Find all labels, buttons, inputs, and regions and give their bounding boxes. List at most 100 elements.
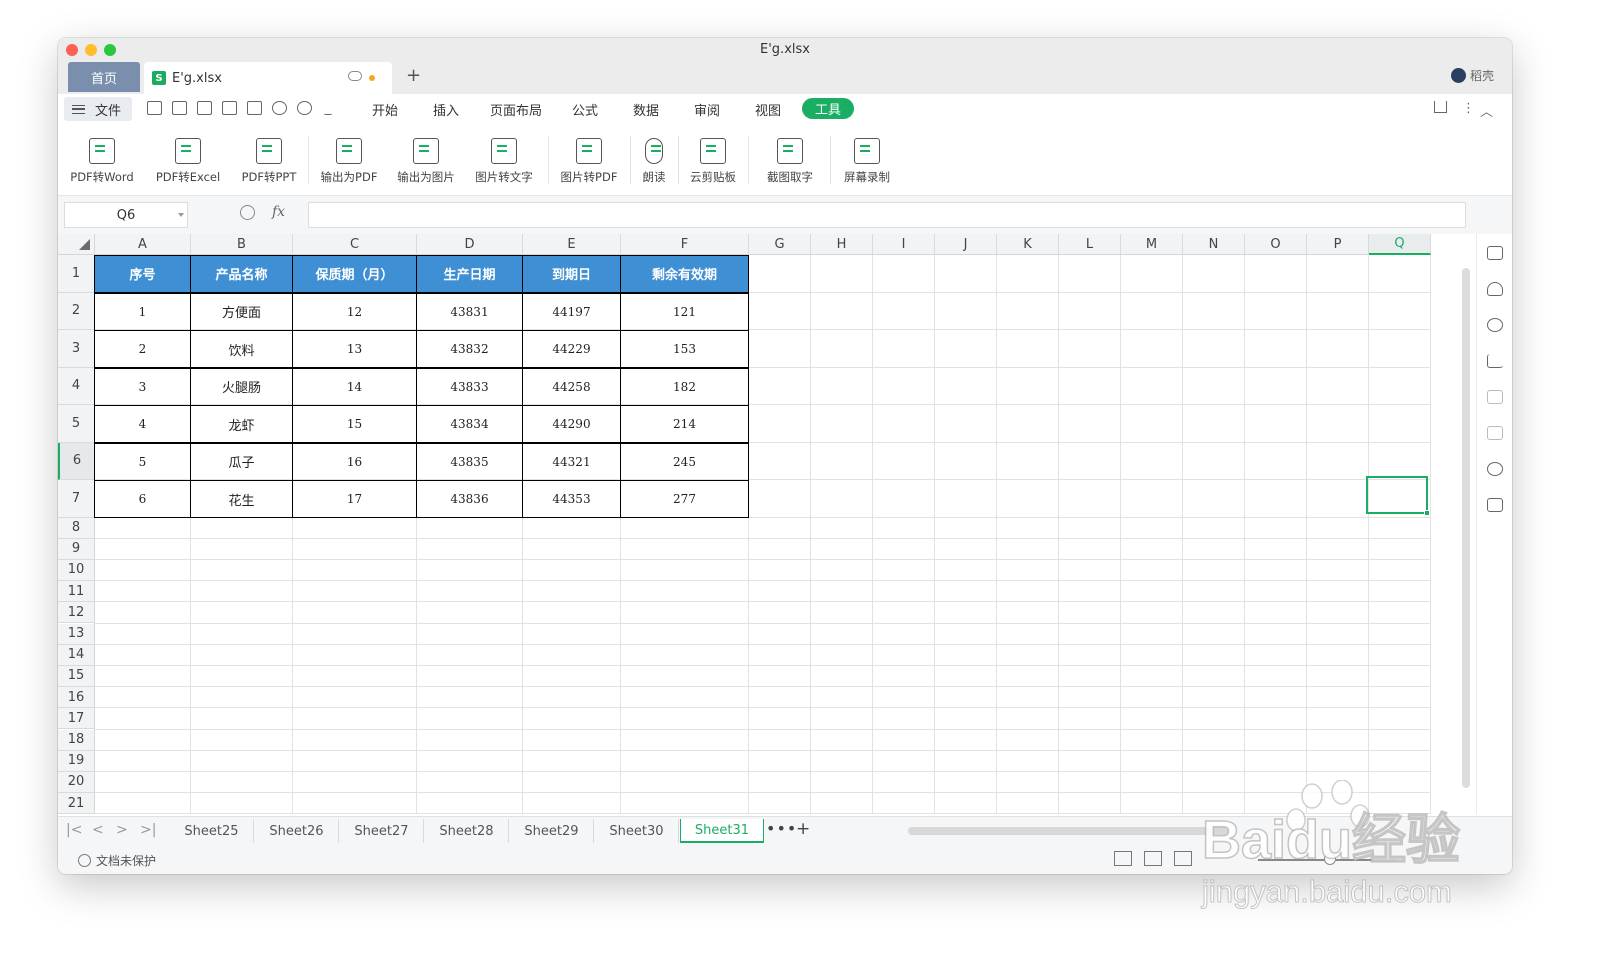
export-pdf-icon[interactable] bbox=[197, 101, 212, 115]
menu-tools[interactable]: 工具 bbox=[802, 98, 854, 119]
column-header[interactable]: I bbox=[873, 234, 935, 255]
table-cell[interactable]: 瓜子 bbox=[190, 442, 293, 481]
table-cell[interactable]: 43831 bbox=[416, 292, 523, 331]
table-cell[interactable]: 花生 bbox=[190, 480, 293, 518]
user-account[interactable]: 稻壳 bbox=[1450, 67, 1494, 84]
column-header[interactable]: Q bbox=[1369, 234, 1431, 255]
sheet-tab[interactable]: Sheet26 bbox=[255, 819, 339, 843]
tab-home[interactable]: 首页 bbox=[68, 62, 140, 92]
cloud-clipboard-button[interactable]: 云剪贴板 bbox=[686, 138, 740, 188]
spreadsheet-grid[interactable]: A B C D E F G H I J K L M N O P Q 1 2 3 4 5 6 7 8 9 10 11 12 13 14 15 16… bbox=[58, 234, 1476, 814]
export-image-button[interactable]: 输出为图片 bbox=[394, 138, 458, 188]
table-cell[interactable]: 火腿肠 bbox=[190, 367, 293, 406]
row-header[interactable]: 5 bbox=[58, 405, 95, 443]
row-header[interactable]: 7 bbox=[58, 480, 95, 518]
table-cell[interactable]: 44353 bbox=[522, 480, 621, 518]
row-header[interactable]: 4 bbox=[58, 367, 95, 405]
last-sheet-icon[interactable]: >| bbox=[140, 822, 156, 838]
sheet-tab[interactable]: Sheet30 bbox=[595, 819, 679, 843]
menu-page-layout[interactable]: 页面布局 bbox=[490, 100, 542, 119]
row-header[interactable]: 14 bbox=[58, 644, 95, 666]
table-cell[interactable]: 43834 bbox=[416, 405, 523, 443]
table-cell[interactable]: 43835 bbox=[416, 442, 523, 481]
column-header[interactable]: C bbox=[293, 234, 417, 255]
column-header[interactable]: P bbox=[1307, 234, 1369, 255]
function-icon[interactable]: fx bbox=[272, 204, 285, 220]
filter-settings-icon[interactable] bbox=[1487, 390, 1503, 404]
table-cell[interactable]: 饮料 bbox=[190, 330, 293, 368]
sheet-tab[interactable]: Sheet25 bbox=[170, 819, 254, 843]
first-sheet-icon[interactable]: |< bbox=[66, 822, 82, 838]
row-header[interactable]: 9 bbox=[58, 538, 95, 560]
share-icon[interactable] bbox=[1434, 101, 1447, 113]
select-cursor-icon[interactable] bbox=[1487, 354, 1503, 368]
table-cell[interactable]: 277 bbox=[620, 480, 749, 518]
pdf-to-excel-button[interactable]: PDF转Excel bbox=[152, 138, 224, 188]
table-cell[interactable]: 245 bbox=[620, 442, 749, 481]
table-cell[interactable]: 16 bbox=[292, 442, 417, 481]
sheet-tab[interactable]: Sheet27 bbox=[340, 819, 424, 843]
table-cell[interactable]: 214 bbox=[620, 405, 749, 443]
table-cell[interactable]: 43833 bbox=[416, 367, 523, 406]
row-header[interactable]: 11 bbox=[58, 581, 95, 603]
menu-home[interactable]: 开始 bbox=[372, 100, 398, 119]
table-cell[interactable]: 15 bbox=[292, 405, 417, 443]
table-cell[interactable]: 12 bbox=[292, 292, 417, 331]
screenshot-ocr-button[interactable]: 截图取字 bbox=[758, 138, 822, 188]
image-icon[interactable] bbox=[1487, 498, 1503, 512]
fill-handle[interactable] bbox=[1424, 510, 1430, 516]
table-cell[interactable]: 44321 bbox=[522, 442, 621, 481]
next-sheet-icon[interactable]: > bbox=[116, 822, 128, 838]
navigate-icon[interactable] bbox=[1487, 318, 1503, 332]
pdf-to-ppt-button[interactable]: PDF转PPT bbox=[238, 138, 300, 188]
normal-view-icon[interactable] bbox=[1114, 851, 1132, 866]
redo-icon[interactable] bbox=[297, 101, 312, 115]
undo-icon[interactable] bbox=[272, 101, 287, 115]
row-header[interactable]: 8 bbox=[58, 517, 95, 539]
table-cell[interactable]: 5 bbox=[94, 442, 191, 481]
row-header[interactable]: 6 bbox=[58, 442, 95, 480]
name-box[interactable]: Q6 bbox=[64, 202, 188, 228]
cloud-icon[interactable] bbox=[348, 71, 362, 81]
table-cell[interactable]: 43832 bbox=[416, 330, 523, 368]
chevron-down-icon[interactable] bbox=[178, 213, 184, 217]
new-tab-button[interactable]: + bbox=[406, 65, 421, 86]
save-icon[interactable] bbox=[172, 101, 187, 115]
shapes-icon[interactable] bbox=[1487, 246, 1503, 260]
column-header[interactable]: A bbox=[95, 234, 191, 255]
history-icon[interactable] bbox=[1487, 462, 1503, 476]
column-header[interactable]: J bbox=[935, 234, 997, 255]
table-cell[interactable]: 153 bbox=[620, 330, 749, 368]
row-header[interactable]: 12 bbox=[58, 602, 95, 624]
table-cell[interactable]: 44229 bbox=[522, 330, 621, 368]
table-cell[interactable]: 方便面 bbox=[190, 292, 293, 331]
row-header[interactable]: 2 bbox=[58, 292, 95, 330]
horizontal-scrollbar[interactable] bbox=[908, 827, 1228, 835]
column-header[interactable]: H bbox=[811, 234, 873, 255]
sheet-tab[interactable]: Sheet29 bbox=[510, 819, 594, 843]
page-break-view-icon[interactable] bbox=[1174, 851, 1192, 866]
export-pdf-button[interactable]: 输出为PDF bbox=[318, 138, 380, 188]
customize-dropdown-icon[interactable] bbox=[324, 101, 332, 115]
row-header[interactable]: 19 bbox=[58, 750, 95, 772]
table-cell[interactable]: 182 bbox=[620, 367, 749, 406]
image-to-pdf-button[interactable]: 图片转PDF bbox=[558, 138, 620, 188]
row-header[interactable]: 17 bbox=[58, 708, 95, 730]
table-header-cell[interactable]: 保质期（月） bbox=[292, 255, 417, 293]
file-menu-button[interactable]: 文件 bbox=[64, 97, 132, 121]
more-options-icon[interactable]: ⋮ bbox=[1462, 101, 1475, 116]
table-cell[interactable]: 121 bbox=[620, 292, 749, 331]
menu-review[interactable]: 审阅 bbox=[694, 100, 720, 119]
column-header[interactable]: G bbox=[749, 234, 811, 255]
print-preview-icon[interactable] bbox=[247, 101, 262, 115]
row-header[interactable]: 3 bbox=[58, 330, 95, 368]
table-header-cell[interactable]: 生产日期 bbox=[416, 255, 523, 293]
table-header-cell[interactable]: 产品名称 bbox=[190, 255, 293, 293]
column-header[interactable]: K bbox=[997, 234, 1059, 255]
row-header[interactable]: 10 bbox=[58, 559, 95, 582]
column-header[interactable]: M bbox=[1121, 234, 1183, 255]
table-cell[interactable]: 13 bbox=[292, 330, 417, 368]
transfer-icon[interactable] bbox=[1487, 426, 1503, 440]
menu-data[interactable]: 数据 bbox=[633, 100, 659, 119]
formula-input[interactable] bbox=[308, 202, 1466, 228]
